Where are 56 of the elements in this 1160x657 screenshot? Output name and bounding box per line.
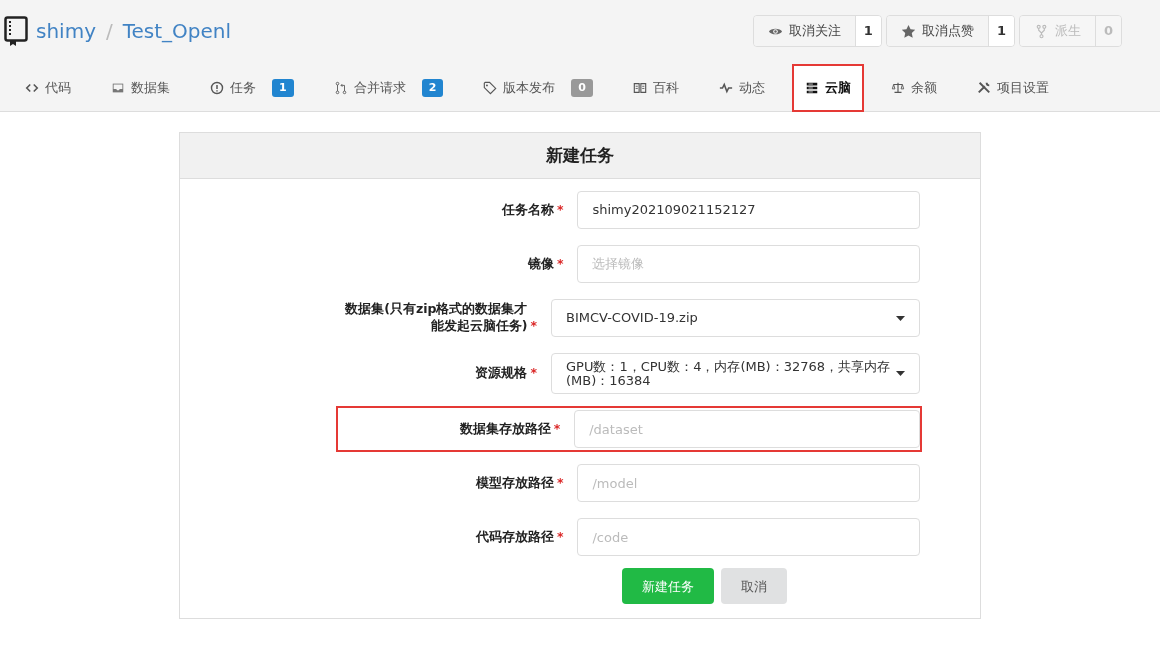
count-badge: 1 [272,78,294,98]
inbox-icon [111,81,125,95]
text-field[interactable]: shimy202109021152127 [577,191,920,229]
dropdown-field[interactable]: GPU数：1，CPU数：4，内存(MB)：32768，共享内存(MB)：16384 [551,353,920,395]
path-separator: / [106,18,113,45]
nav-tab[interactable]: 版本发布 0 [470,64,606,112]
field-label: 数据集存放路径 [459,420,551,438]
count-badge: 0 [571,78,593,98]
book-icon [632,81,647,95]
form-title: 新建任务 [180,133,980,179]
star-icon [900,23,916,39]
count-label: 1 [987,16,1014,46]
nav-tab[interactable]: 任务 1 [197,64,307,112]
nav-tab[interactable]: 合并请求 2 [320,64,457,112]
text-field[interactable]: /code [577,518,920,557]
field-label: 模型存放路径 [475,474,554,492]
required-mark: * [530,318,537,335]
server-icon [804,81,819,95]
repo-owner-link[interactable]: shimy [36,16,96,46]
dropdown-field[interactable]: BIMCV-COVID-19.zip [551,299,920,337]
required-mark: * [553,420,561,438]
pulse-icon [718,81,733,95]
count-badge: 2 [421,78,444,98]
nav-tab[interactable]: 数据集 [98,64,183,112]
required-mark: * [530,365,537,383]
required-mark: * [556,528,564,546]
code-icon [25,81,39,95]
nav-tab[interactable]: 项目设置 [963,64,1062,112]
field-label: 镜像 [527,255,554,273]
book-icon [4,16,28,46]
field-label: 任务名称 [501,201,554,219]
required-mark: * [556,255,564,273]
field-label: 资源规格 [475,365,528,383]
count-label: 1 [854,16,881,46]
scale-icon [890,81,905,95]
nav-tab[interactable]: 动态 [705,64,778,112]
nav-tab[interactable]: 云脑 [791,64,864,112]
text-field[interactable]: /model [577,464,920,503]
cancel-button[interactable]: 取消 [721,568,787,605]
nav-tab[interactable]: 百科 [619,64,692,112]
pull-request-icon [333,81,348,95]
repo-name-link[interactable]: Test_Openl [122,16,232,46]
field-label: 数据集(只有zip格式的数据集才能发起云脑任务) [344,301,528,335]
text-field[interactable]: 选择镜像 [577,245,920,283]
alert-icon [210,81,224,95]
nav-tab[interactable]: 余额 [877,64,950,112]
tools-icon [976,81,991,95]
caret-icon [896,315,905,321]
caret-icon [896,371,905,377]
count-label: 0 [1094,16,1121,46]
required-mark: * [556,201,564,219]
nav-tab[interactable]: 代码 [12,64,84,112]
tag-icon [483,81,498,95]
text-field[interactable]: /dataset [574,410,920,449]
required-mark: * [556,474,564,492]
field-label: 代码存放路径 [475,528,554,546]
